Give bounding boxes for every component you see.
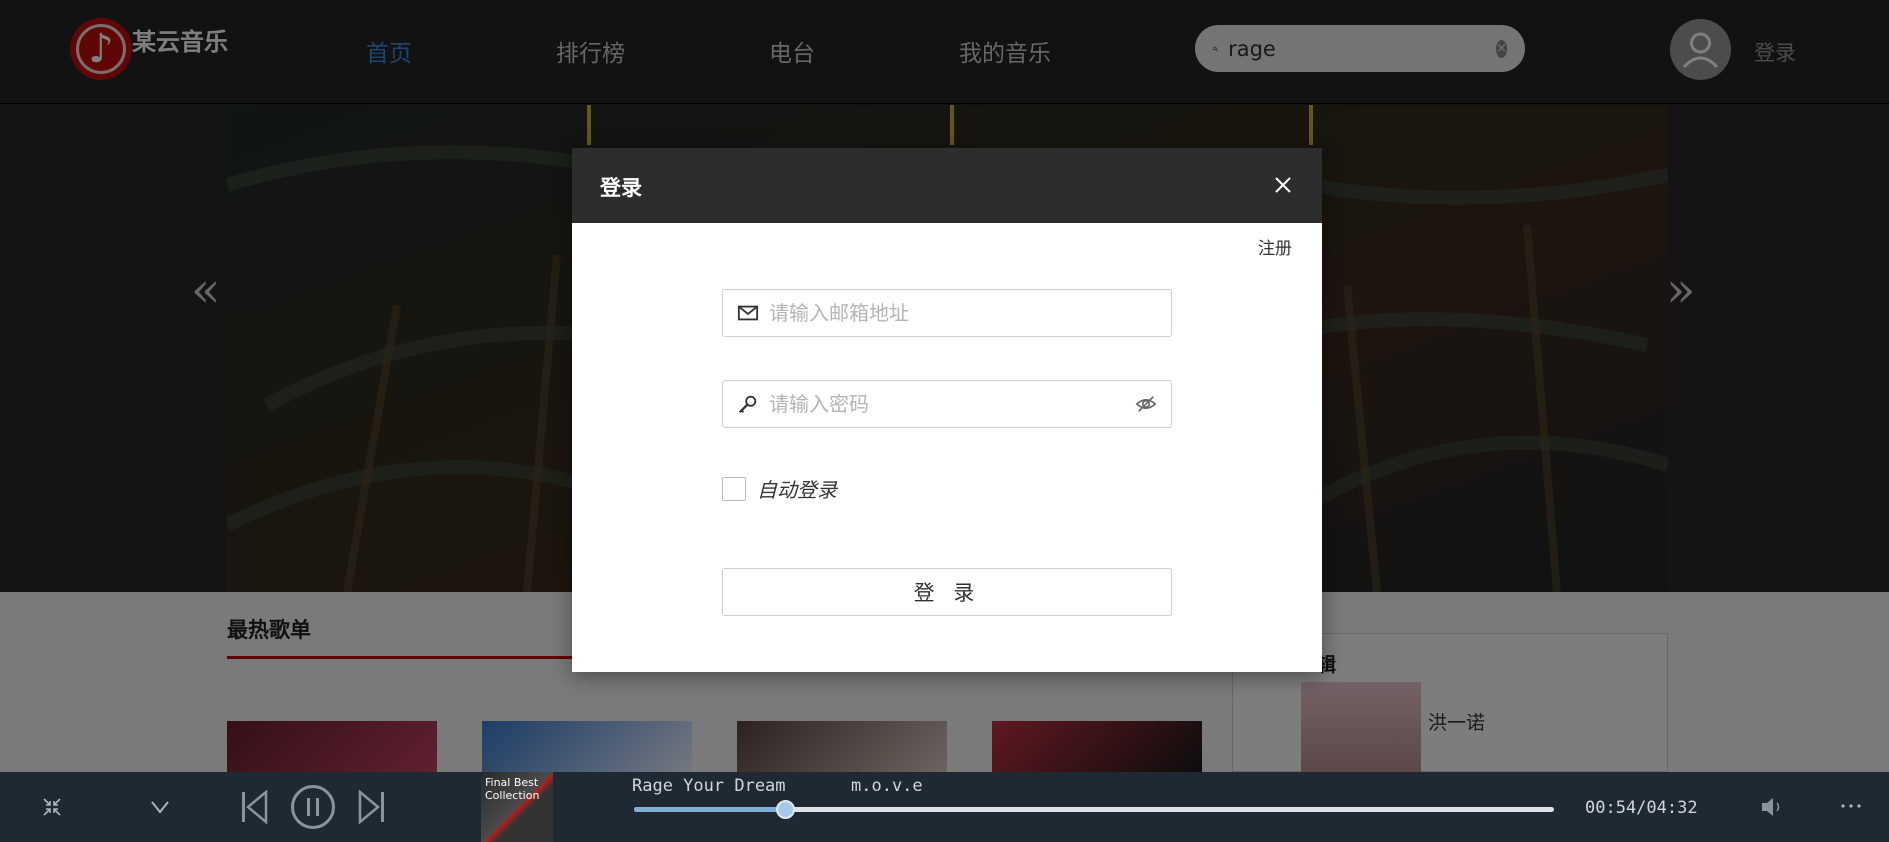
- album-cover[interactable]: Final Best Collection: [481, 772, 553, 842]
- previous-track-icon[interactable]: [240, 790, 268, 824]
- register-link[interactable]: 注册: [1258, 234, 1292, 259]
- playback-time: 00:54/04:32: [1585, 798, 1698, 818]
- email-field: [722, 289, 1172, 337]
- next-track-icon[interactable]: [358, 790, 386, 824]
- chevron-down-icon[interactable]: [150, 798, 170, 816]
- auto-login-checkbox[interactable]: [722, 476, 746, 501]
- progress-fill: [634, 807, 785, 812]
- login-dialog: 登录 注册 自动登录 登 录: [572, 148, 1322, 672]
- progress-handle[interactable]: [775, 800, 795, 819]
- song-artist[interactable]: m.o.v.e: [851, 776, 923, 796]
- pause-icon[interactable]: [290, 784, 336, 830]
- more-options-icon[interactable]: [1840, 802, 1862, 810]
- close-icon[interactable]: [1270, 172, 1296, 198]
- cover-text: Final Best Collection: [485, 776, 540, 802]
- eye-off-icon[interactable]: [1135, 393, 1157, 415]
- key-icon: [738, 395, 757, 414]
- progress-bar[interactable]: [634, 800, 1554, 819]
- dialog-header: 登录: [572, 148, 1322, 223]
- login-submit-button[interactable]: 登 录: [722, 568, 1172, 616]
- auto-login-label[interactable]: 自动登录: [757, 474, 837, 503]
- collapse-icon[interactable]: [42, 797, 62, 817]
- email-input[interactable]: [769, 301, 1157, 325]
- mail-icon: [737, 305, 759, 321]
- password-field: [722, 380, 1172, 428]
- song-title: Rage Your Dream: [632, 776, 786, 796]
- dialog-title: 登录: [600, 176, 642, 200]
- volume-icon[interactable]: [1760, 796, 1784, 818]
- password-input[interactable]: [769, 392, 1135, 416]
- auto-login-row: 自动登录: [722, 474, 837, 503]
